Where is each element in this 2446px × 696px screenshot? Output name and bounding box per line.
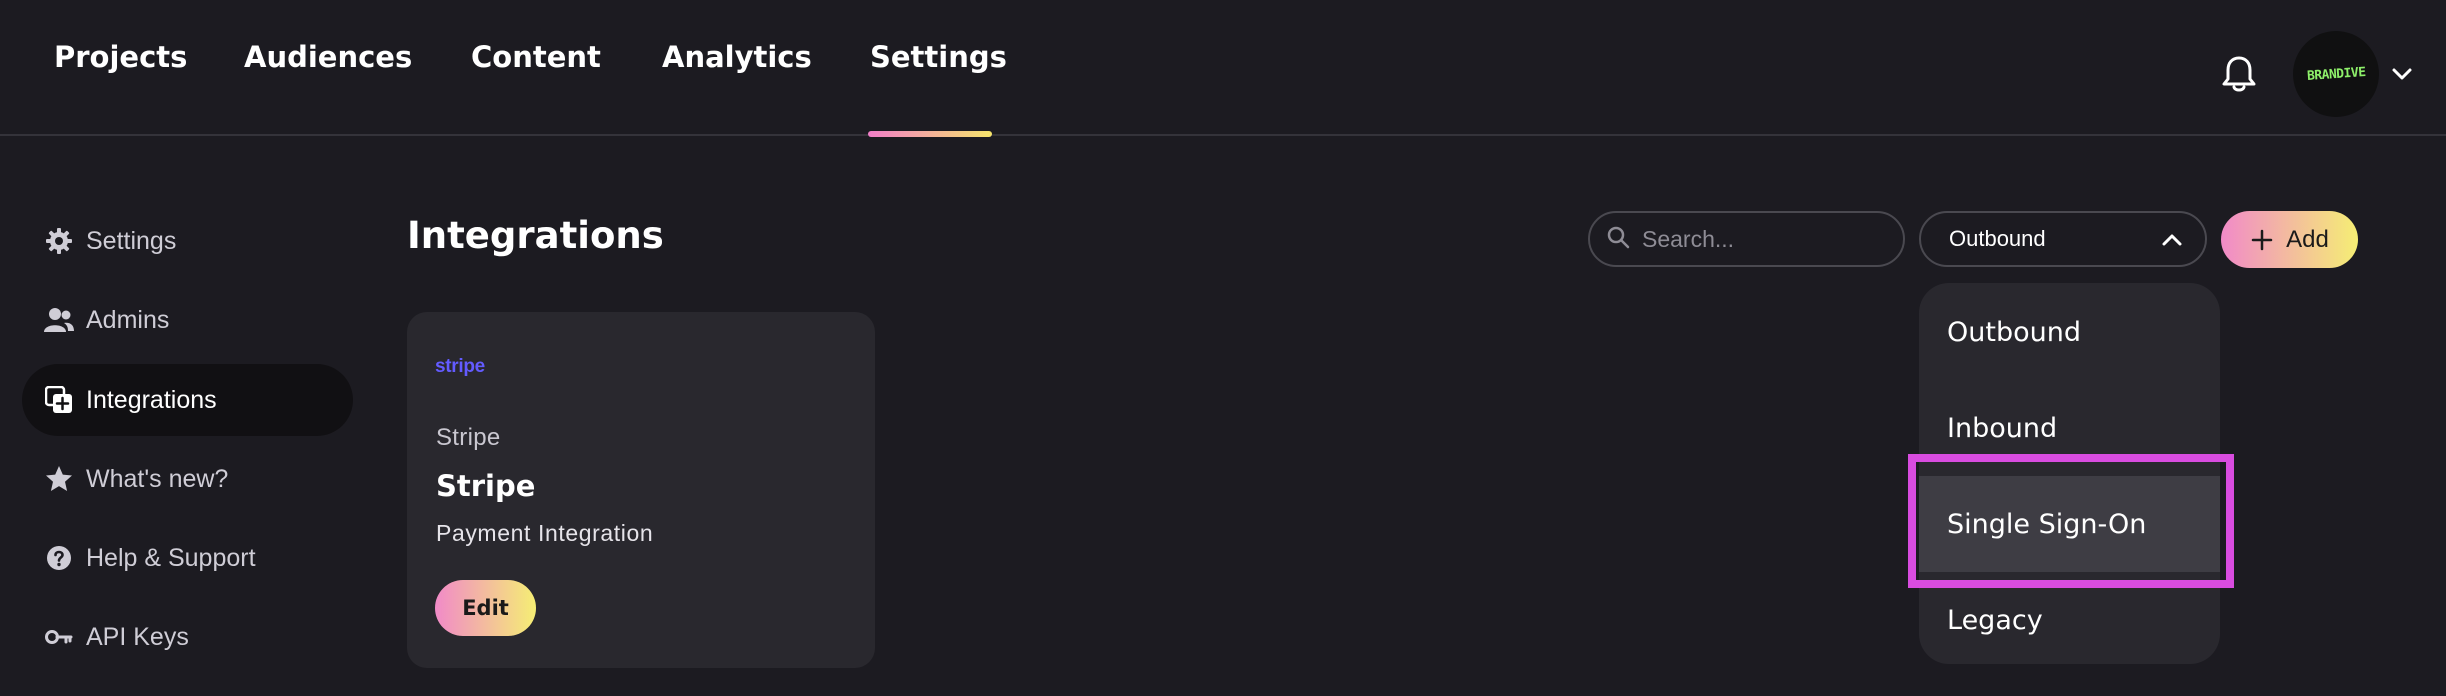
integration-type-select[interactable]: Outbound <box>1919 211 2207 267</box>
integration-type-dropdown: Outbound Inbound Single Sign-On Legacy <box>1919 283 2220 664</box>
sidebar-item-label: Settings <box>86 226 177 255</box>
gear-icon <box>44 226 74 256</box>
add-button-label: Add <box>2286 225 2329 253</box>
key-icon <box>44 622 74 652</box>
bell-icon[interactable] <box>2220 54 2258 94</box>
dropdown-option-outbound[interactable]: Outbound <box>1919 284 2220 380</box>
sidebar-item-label: What's new? <box>86 464 229 493</box>
search-icon <box>1606 225 1630 254</box>
sidebar-item-api-keys[interactable]: API Keys <box>22 601 353 673</box>
card-title: Stripe <box>436 469 536 503</box>
stripe-logo: stripe <box>435 356 485 377</box>
dropdown-option-inbound[interactable]: Inbound <box>1919 380 2220 476</box>
brand-logo: BRANDIVE <box>2306 64 2366 84</box>
add-button[interactable]: Add <box>2221 211 2358 268</box>
sidebar-item-admins[interactable]: Admins <box>22 284 353 356</box>
sidebar-item-label: API Keys <box>86 622 189 651</box>
chevron-down-icon[interactable] <box>2390 62 2414 86</box>
top-navigation-bar: Projects Audiences Content Analytics Set… <box>0 0 2446 137</box>
star-icon <box>44 464 74 494</box>
edit-button[interactable]: Edit <box>435 580 536 636</box>
page-title: Integrations <box>407 214 664 257</box>
sidebar-item-help-support[interactable]: Help & Support <box>22 522 353 594</box>
select-value: Outbound <box>1949 226 2046 251</box>
search-box[interactable] <box>1588 211 1905 267</box>
sidebar-item-label: Help & Support <box>86 543 256 572</box>
chevron-up-icon <box>2159 227 2185 253</box>
nav-item-audiences[interactable]: Audiences <box>244 40 412 80</box>
sidebar-item-whats-new[interactable]: What's new? <box>22 443 353 515</box>
integration-card: stripe Stripe Stripe Payment Integration… <box>407 312 875 668</box>
nav-item-analytics[interactable]: Analytics <box>662 40 812 80</box>
sidebar-item-label: Admins <box>86 305 170 334</box>
plus-icon <box>2250 228 2274 252</box>
help-icon <box>44 543 74 573</box>
dropdown-option-single-sign-on[interactable]: Single Sign-On <box>1919 476 2220 572</box>
sidebar-item-label: Integrations <box>86 385 217 414</box>
active-nav-indicator <box>868 131 992 137</box>
search-input[interactable] <box>1642 225 1872 253</box>
card-description: Payment Integration <box>436 520 654 546</box>
sidebar-item-settings[interactable]: Settings <box>22 205 353 277</box>
sidebar-item-integrations[interactable]: Integrations <box>22 364 353 436</box>
nav-item-projects[interactable]: Projects <box>54 40 187 80</box>
card-provider: Stripe <box>436 424 501 451</box>
dropdown-option-legacy[interactable]: Legacy <box>1919 572 2220 664</box>
avatar[interactable]: BRANDIVE <box>2293 31 2379 117</box>
users-icon <box>44 305 74 335</box>
integrations-icon <box>44 385 74 415</box>
nav-item-settings[interactable]: Settings <box>870 40 1007 80</box>
nav-item-content[interactable]: Content <box>471 40 601 80</box>
